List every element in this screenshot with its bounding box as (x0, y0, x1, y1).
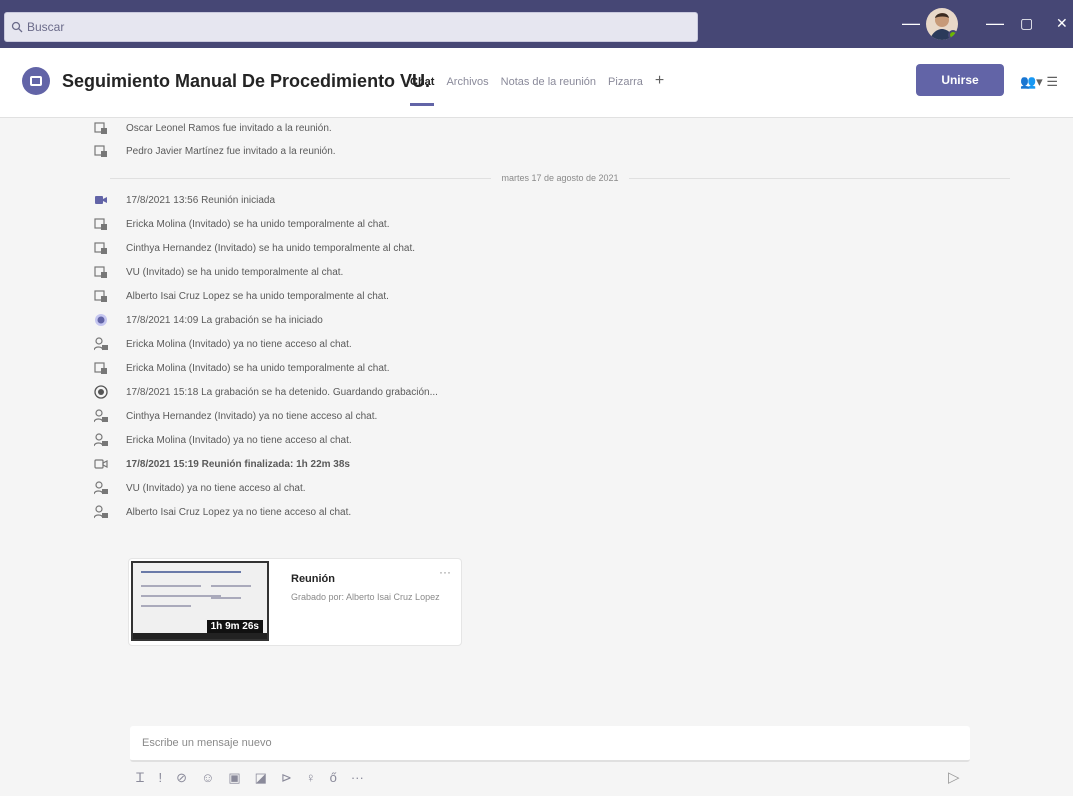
send-icon[interactable]: ▷ (948, 768, 960, 786)
participants-icon[interactable]: 👥▾ (1020, 74, 1043, 89)
avatar[interactable] (926, 8, 958, 40)
maximize-button[interactable]: ▢ (1020, 14, 1033, 32)
tab-chat[interactable]: Chat (410, 76, 435, 106)
header-actions: 👥▾ ☰ (1020, 74, 1058, 90)
title-bar: Buscar — — ▢ ✕ (0, 0, 1073, 48)
message-compose-box[interactable]: Escribe un mensaje nuevo (130, 726, 970, 762)
system-message: VU (Invitado) se ha unido temporalmente … (94, 262, 343, 282)
recording-duration: 1h 9m 26s (206, 620, 263, 633)
system-message: Alberto Isai Cruz Lopez se ha unido temp… (94, 286, 389, 306)
tab-meeting-notes[interactable]: Notas de la reunión (501, 76, 596, 90)
system-message: Ericka Molina (Invitado) ya no tiene acc… (94, 334, 352, 354)
chat-pane: Oscar Leonel Ramos fue invitado a la reu… (0, 118, 1073, 718)
search-icon (11, 21, 23, 33)
system-message: VU (Invitado) ya no tiene acceso al chat… (94, 478, 306, 498)
remove-user-icon (94, 505, 108, 519)
meeting-title: Seguimiento Manual De Procedimiento VU. (62, 71, 431, 91)
system-message: Cinthya Hernandez (Invitado) ya no tiene… (94, 406, 377, 426)
remove-user-icon (94, 337, 108, 351)
format-icon[interactable]: Ꮖ (136, 770, 145, 786)
gif-icon[interactable]: ▣ (228, 770, 240, 786)
recording-subtitle: Grabado por: Alberto Isai Cruz Lopez (291, 592, 440, 602)
more-icon[interactable]: ☰ (1046, 74, 1058, 89)
compose-toolbar: Ꮖ ! ⊘ ☺ ▣ ◪ ⊳ ♀ ő ··· (136, 770, 364, 786)
system-message: Ericka Molina (Invitado) se ha unido tem… (94, 358, 389, 378)
recording-thumbnail[interactable]: 1h 9m 26s (131, 561, 269, 641)
add-user-icon (94, 122, 107, 134)
recording-title: Reunión (291, 573, 335, 585)
tab-files[interactable]: Archivos (446, 76, 488, 90)
tab-bar: Chat Archivos Notas de la reunión Pizarr… (410, 72, 664, 106)
join-button[interactable]: Unirse (916, 64, 1004, 96)
compose-placeholder: Escribe un mensaje nuevo (142, 737, 272, 749)
remove-user-icon (94, 433, 108, 447)
record-icon (95, 314, 107, 326)
system-message: 17/8/2021 13:56 Reunión iniciada (94, 190, 275, 210)
system-message: Oscar Leonel Ramos fue invitado a la reu… (94, 118, 332, 138)
search-placeholder: Buscar (27, 20, 65, 34)
add-user-icon (94, 290, 107, 302)
sticker-icon[interactable]: ◪ (255, 770, 267, 786)
system-message: Alberto Isai Cruz Lopez ya no tiene acce… (94, 502, 351, 522)
system-message: Ericka Molina (Invitado) se ha unido tem… (94, 214, 389, 234)
priority-icon[interactable]: ! (159, 770, 163, 786)
emoji-icon[interactable]: ☺ (201, 770, 214, 786)
remove-user-icon (94, 481, 108, 495)
stop-record-icon (94, 385, 108, 399)
video-end-icon (94, 459, 108, 469)
date-separator: martes 17 de agosto de 2021 (110, 171, 1010, 185)
close-button[interactable]: ✕ (1056, 14, 1068, 32)
remove-user-icon (94, 409, 108, 423)
recording-card[interactable]: 1h 9m 26s Reunión Grabado por: Alberto I… (128, 558, 462, 646)
presence-badge (948, 30, 958, 40)
loop-icon[interactable]: ő (330, 770, 337, 786)
meeting-icon (22, 67, 50, 95)
add-user-icon (94, 145, 107, 157)
system-message: Ericka Molina (Invitado) ya no tiene acc… (94, 430, 352, 450)
meeting-header: Seguimiento Manual De Procedimiento VU. … (0, 48, 1073, 118)
video-icon (95, 196, 107, 204)
praise-icon[interactable]: ♀ (306, 770, 316, 786)
add-user-icon (94, 218, 107, 230)
system-message: Pedro Javier Martínez fue invitado a la … (94, 141, 336, 161)
system-message: Cinthya Hernandez (Invitado) se ha unido… (94, 238, 415, 258)
minimize-button[interactable]: — (902, 14, 920, 32)
minimize-window-button[interactable]: — (986, 14, 1004, 32)
more-options-icon[interactable]: ··· (351, 770, 364, 786)
attach-icon[interactable]: ⊘ (176, 770, 187, 786)
add-user-icon (94, 266, 107, 278)
tab-whiteboard[interactable]: Pizarra (608, 76, 643, 90)
add-tab-icon[interactable]: + (655, 72, 664, 90)
system-message: 17/8/2021 14:09 La grabación se ha inici… (94, 310, 323, 330)
meet-now-icon[interactable]: ⊳ (281, 770, 292, 786)
add-user-icon (94, 362, 107, 374)
more-options-icon[interactable]: ··· (439, 565, 451, 579)
search-input[interactable]: Buscar (4, 12, 698, 42)
system-message: 17/8/2021 15:18 La grabación se ha deten… (94, 382, 438, 402)
add-user-icon (94, 242, 107, 254)
system-message: 17/8/2021 15:19 Reunión finalizada: 1h 2… (94, 454, 350, 474)
